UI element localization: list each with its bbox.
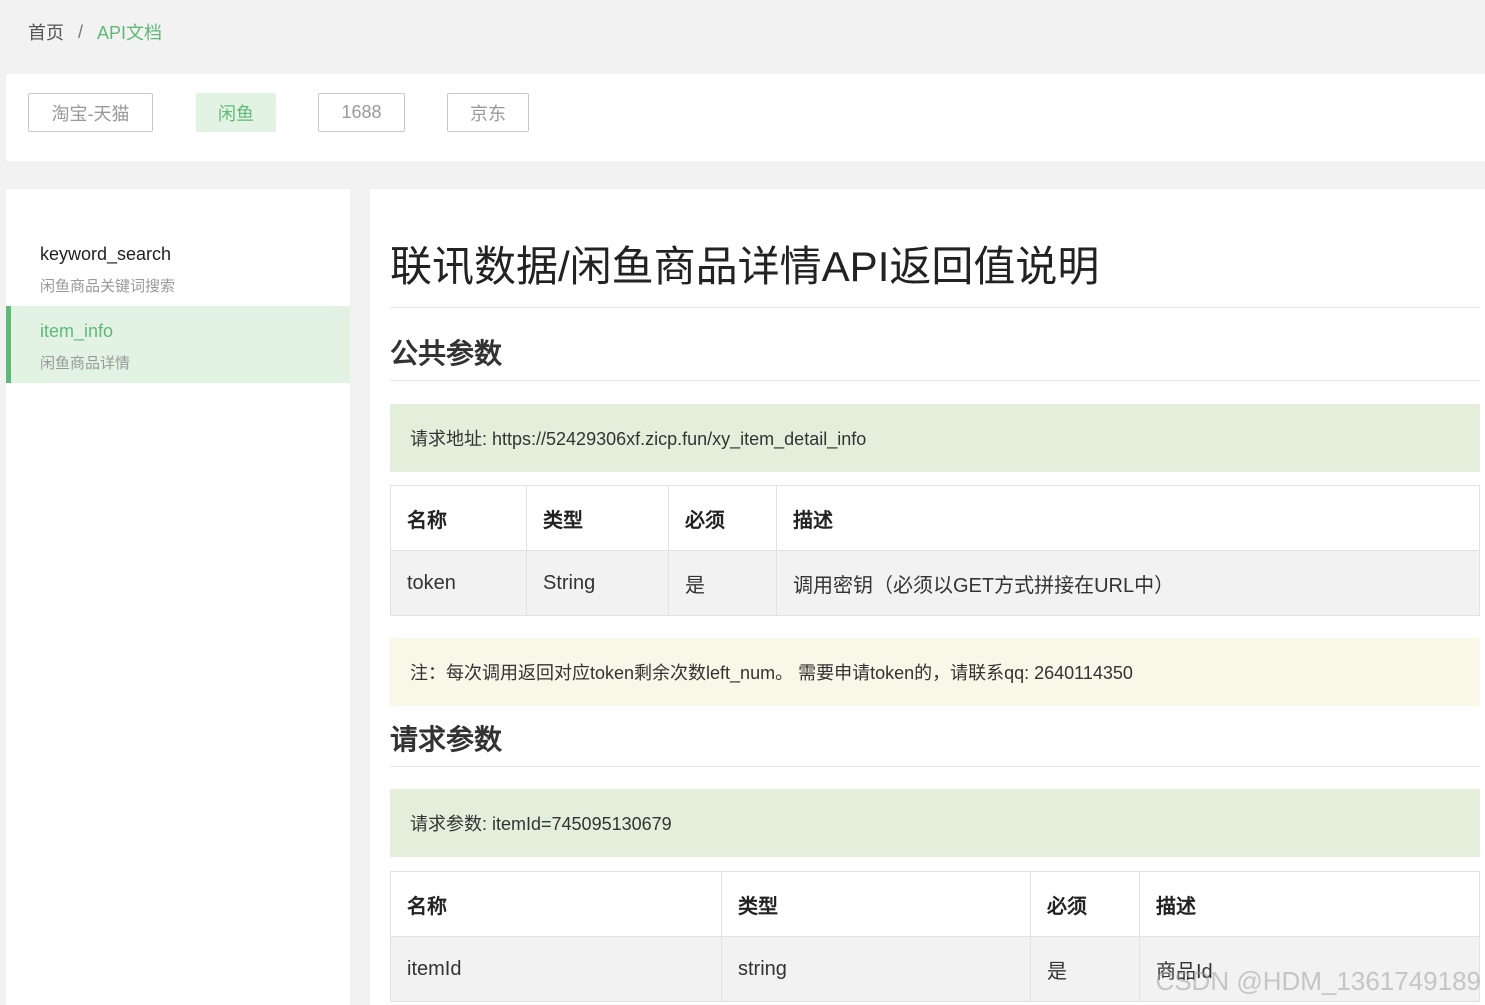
table-header-cell: 类型 bbox=[526, 485, 669, 551]
request-params-example: 请求参数: itemId=745095130679 bbox=[390, 789, 1480, 857]
sidebar-item-subtitle: 闲鱼商品关键词搜索 bbox=[40, 278, 176, 295]
table-cell: 是 bbox=[1030, 936, 1140, 1002]
api-doc-content: 联讯数据/闲鱼商品详情API返回值说明 公共参数 请求地址: https://5… bbox=[370, 189, 1485, 1005]
request-url-notice: 请求地址: https://52429306xf.zicp.fun/xy_ite… bbox=[390, 404, 1480, 472]
sidebar-item-title: item_info bbox=[40, 321, 114, 341]
table-header-cell: 必须 bbox=[668, 485, 777, 551]
table-cell: 调用密钥（必须以GET方式拼接在URL中） bbox=[776, 550, 1480, 616]
platform-tabs-bar: 淘宝-天猫 闲鱼 1688 京东 bbox=[6, 74, 1485, 161]
table-header-cell: 描述 bbox=[1139, 871, 1480, 937]
table-cell: token bbox=[390, 550, 527, 616]
table-header-cell: 必须 bbox=[1030, 871, 1140, 937]
section-title-request-params: 请求参数 bbox=[390, 720, 1480, 767]
tab-taobao-tmall[interactable]: 淘宝-天猫 bbox=[28, 93, 153, 132]
sidebar-item-item-info[interactable]: item_info 闲鱼商品详情 bbox=[6, 306, 350, 383]
table-row: token String 是 调用密钥（必须以GET方式拼接在URL中） bbox=[390, 550, 1480, 616]
table-header-cell: 类型 bbox=[721, 871, 1031, 937]
token-note: 注：每次调用返回对应token剩余次数left_num。 需要申请token的，… bbox=[390, 638, 1480, 706]
watermark: CSDN @HDM_1361749189 bbox=[1155, 966, 1481, 996]
table-header-row: 名称 类型 必须 描述 bbox=[390, 485, 1480, 551]
section-title-public-params: 公共参数 bbox=[390, 334, 1480, 381]
breadcrumb: 首页 / API文档 bbox=[28, 20, 162, 44]
tab-jd[interactable]: 京东 bbox=[447, 93, 529, 132]
tab-1688[interactable]: 1688 bbox=[318, 93, 405, 132]
table-cell: String bbox=[526, 550, 669, 616]
sidebar-item-subtitle: 闲鱼商品详情 bbox=[40, 355, 131, 372]
table-header-row: 名称 类型 必须 描述 bbox=[390, 871, 1480, 937]
table-cell: string bbox=[721, 936, 1031, 1002]
table-header-cell: 描述 bbox=[776, 485, 1480, 551]
breadcrumb-home-link[interactable]: 首页 bbox=[28, 19, 64, 45]
table-header-cell: 名称 bbox=[390, 485, 527, 551]
tab-xianyu[interactable]: 闲鱼 bbox=[196, 93, 276, 132]
table-cell: itemId bbox=[390, 936, 722, 1002]
api-sidebar: keyword_search 闲鱼商品关键词搜索 item_info 闲鱼商品详… bbox=[6, 189, 350, 1005]
sidebar-item-title: keyword_search bbox=[40, 244, 172, 264]
sidebar-item-keyword-search[interactable]: keyword_search 闲鱼商品关键词搜索 bbox=[6, 229, 350, 306]
breadcrumb-current: API文档 bbox=[97, 23, 163, 43]
breadcrumb-separator: / bbox=[78, 21, 84, 42]
table-header-cell: 名称 bbox=[390, 871, 722, 937]
table-cell: 是 bbox=[668, 550, 777, 616]
public-params-table: 名称 类型 必须 描述 token String 是 调用密钥（必须以GET方式… bbox=[390, 485, 1480, 616]
page-title: 联讯数据/闲鱼商品详情API返回值说明 bbox=[390, 239, 1480, 308]
